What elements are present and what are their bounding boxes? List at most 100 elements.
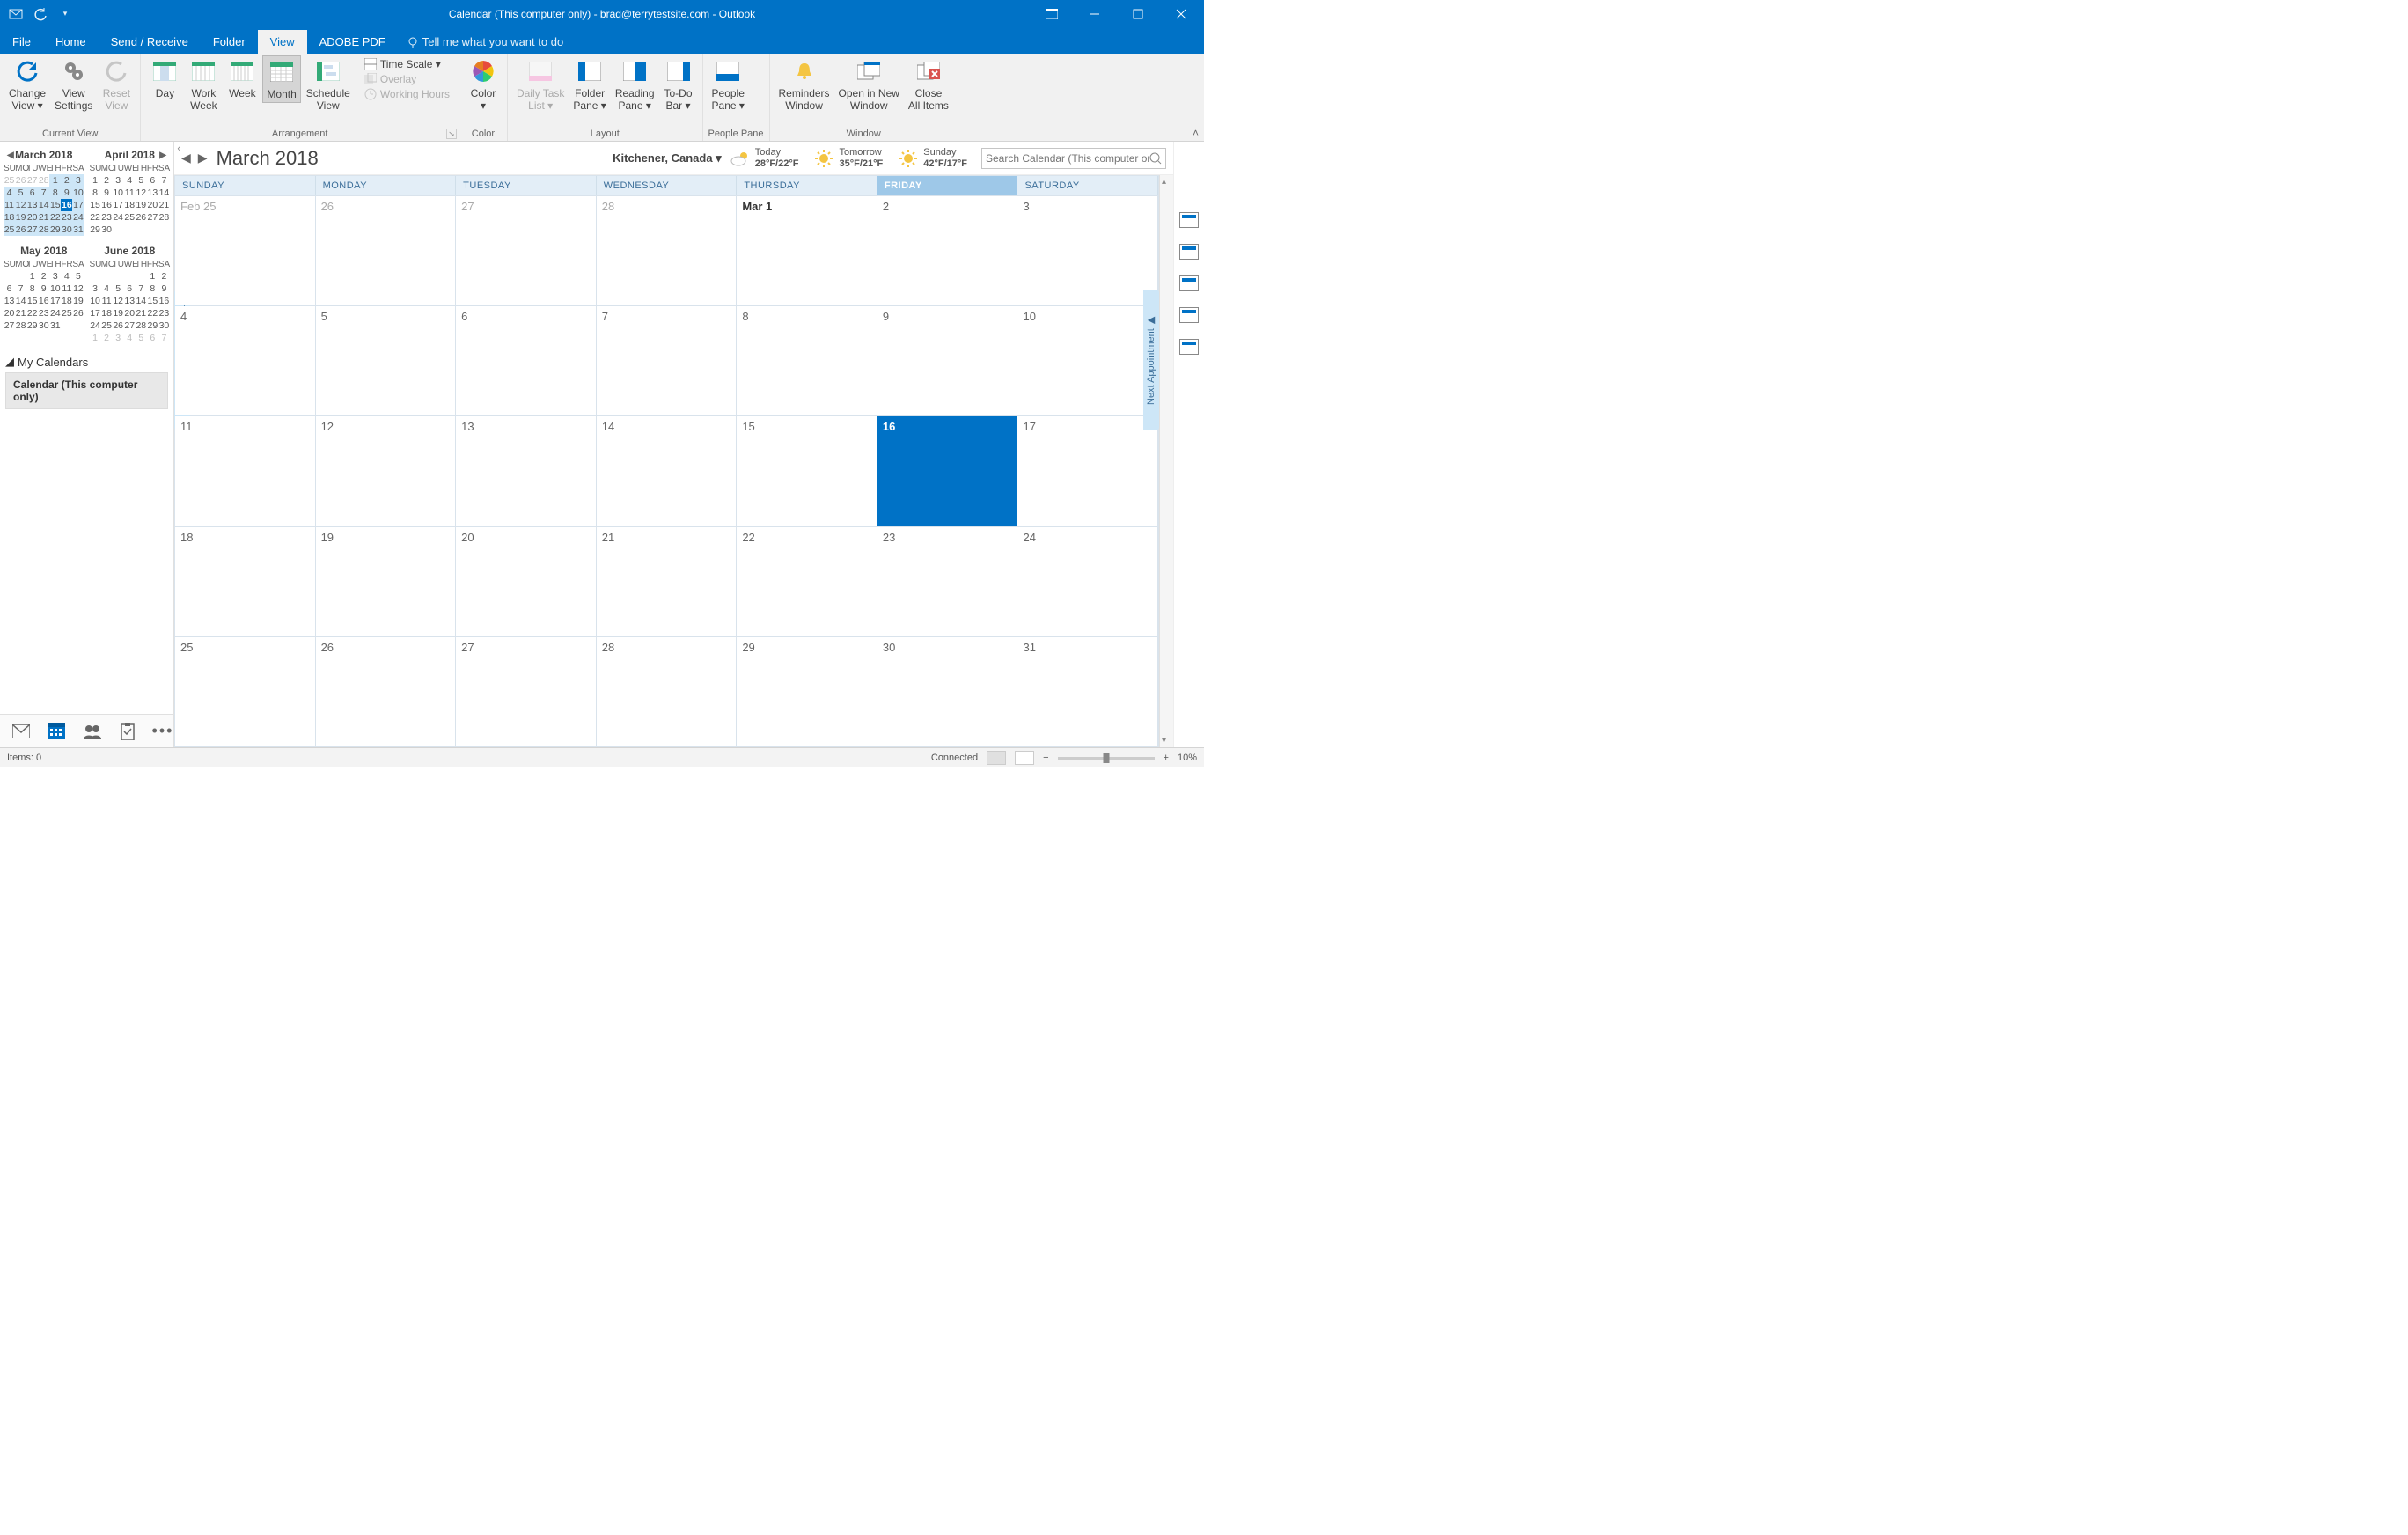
todo-bar-button[interactable]: To-Do Bar ▾ (660, 55, 697, 114)
calendar-day-cell[interactable]: 17 (1017, 416, 1158, 525)
mini-cal-day[interactable]: 4 (61, 270, 72, 283)
color-button[interactable]: Color ▾ (465, 55, 502, 114)
close-all-items-button[interactable]: Close All Items (905, 55, 952, 114)
mini-cal-day[interactable]: 2 (101, 174, 113, 187)
next-month-mini-button[interactable]: ▶ (158, 151, 168, 160)
mini-cal-day[interactable] (15, 270, 26, 283)
reading-pane-button[interactable]: Reading Pane ▾ (612, 55, 658, 114)
mini-cal-day[interactable]: 13 (26, 199, 38, 211)
mini-cal-day[interactable]: 11 (4, 199, 15, 211)
mini-cal-day[interactable]: 2 (101, 332, 113, 344)
mini-cal-day[interactable]: 9 (158, 283, 170, 295)
mini-cal-day[interactable]: 26 (136, 211, 147, 224)
mini-cal-day[interactable]: 10 (72, 187, 84, 199)
mini-cal-day[interactable]: 19 (72, 295, 84, 307)
peek-icon-3[interactable] (1179, 275, 1199, 291)
reset-view-button[interactable]: Reset View (98, 55, 135, 114)
mini-cal-day[interactable]: 30 (38, 319, 49, 332)
mini-cal-day[interactable] (147, 224, 158, 236)
mini-cal-day[interactable]: 30 (101, 224, 113, 236)
mini-cal-day[interactable]: 14 (38, 199, 49, 211)
mini-cal-day[interactable]: 26 (72, 307, 84, 319)
mini-cal-day[interactable]: 4 (124, 332, 136, 344)
mini-cal-day[interactable]: 5 (113, 283, 124, 295)
arrangement-dialog-launcher[interactable]: ↘ (446, 129, 457, 139)
calendar-day-cell[interactable]: 2 (877, 196, 1018, 305)
peek-icon-1[interactable] (1179, 212, 1199, 228)
mini-cal-day[interactable]: 24 (49, 307, 61, 319)
calendar-day-cell[interactable]: 27 (456, 196, 597, 305)
mini-cal-day[interactable]: 23 (38, 307, 49, 319)
mini-cal-day[interactable]: 27 (26, 224, 38, 236)
mini-calendar[interactable]: ◀March 2018SUMOTUWETHFRSA252627281234567… (4, 147, 84, 236)
tab-view[interactable]: View (258, 30, 307, 54)
calendar-day-cell[interactable]: 28 (597, 637, 738, 746)
mini-cal-day[interactable]: 20 (147, 199, 158, 211)
calendar-day-cell[interactable]: 18 (175, 527, 316, 636)
mini-cal-day[interactable]: 8 (147, 283, 158, 295)
mini-cal-day[interactable]: 11 (61, 283, 72, 295)
weather-location[interactable]: Kitchener, Canada ▾ (613, 151, 722, 165)
mini-cal-day[interactable]: 16 (101, 199, 113, 211)
close-button[interactable] (1161, 0, 1200, 27)
calendar-day-cell[interactable]: 14 (597, 416, 738, 525)
reminders-window-button[interactable]: Reminders Window (775, 55, 833, 114)
calendar-day-cell[interactable]: 19 (316, 527, 457, 636)
calendar-day-cell[interactable]: 6 (456, 306, 597, 415)
mini-cal-day[interactable]: 18 (61, 295, 72, 307)
mini-cal-day[interactable]: 28 (158, 211, 170, 224)
mini-cal-day[interactable] (136, 270, 147, 283)
mini-cal-day[interactable]: 9 (61, 187, 72, 199)
mini-cal-day[interactable]: 26 (15, 174, 26, 187)
mini-cal-day[interactable]: 16 (61, 199, 72, 211)
schedule-view-button[interactable]: Schedule View (303, 55, 354, 114)
mini-cal-day[interactable]: 2 (38, 270, 49, 283)
undo-icon[interactable] (32, 5, 49, 23)
peek-icon-5[interactable] (1179, 339, 1199, 355)
prev-month-button[interactable]: ◀ (181, 151, 191, 165)
mini-cal-day[interactable]: 12 (15, 199, 26, 211)
tasks-nav-icon[interactable] (120, 722, 136, 741)
calendar-day-cell[interactable]: 26 (316, 196, 457, 305)
calendar-scrollbar[interactable]: ▴ ▾ (1159, 175, 1173, 747)
month-view-button[interactable]: Month (262, 55, 300, 103)
calendar-day-cell[interactable]: 30 (877, 637, 1018, 746)
mini-cal-day[interactable]: 8 (90, 187, 101, 199)
calendar-day-cell[interactable]: 11 (175, 416, 316, 525)
mini-cal-day[interactable]: 14 (136, 295, 147, 307)
mini-cal-day[interactable] (136, 224, 147, 236)
mini-cal-day[interactable]: 25 (4, 174, 15, 187)
calendar-day-cell[interactable]: 21 (597, 527, 738, 636)
peek-icon-4[interactable] (1179, 307, 1199, 323)
mini-cal-day[interactable]: 15 (49, 199, 61, 211)
mini-cal-day[interactable]: 28 (38, 174, 49, 187)
calendar-day-cell[interactable]: 28 (597, 196, 738, 305)
mini-cal-day[interactable]: 30 (158, 319, 170, 332)
mini-cal-day[interactable]: 24 (113, 211, 124, 224)
mini-cal-day[interactable] (61, 319, 72, 332)
calendar-day-cell[interactable]: 10 (1017, 306, 1158, 415)
calendar-nav-icon[interactable] (48, 722, 65, 741)
calendar-day-cell[interactable]: 5 (316, 306, 457, 415)
mini-cal-day[interactable]: 30 (61, 224, 72, 236)
mini-cal-day[interactable] (101, 270, 113, 283)
mini-cal-day[interactable]: 1 (49, 174, 61, 187)
calendar-day-cell[interactable]: 12 (316, 416, 457, 525)
view-reading-button[interactable] (1015, 751, 1034, 765)
calendar-day-cell[interactable]: 25 (175, 637, 316, 746)
mini-cal-day[interactable]: 1 (26, 270, 38, 283)
mini-cal-day[interactable]: 28 (136, 319, 147, 332)
mini-cal-day[interactable]: 27 (124, 319, 136, 332)
mini-cal-day[interactable]: 7 (158, 332, 170, 344)
mini-cal-day[interactable]: 22 (90, 211, 101, 224)
mini-cal-day[interactable]: 22 (26, 307, 38, 319)
mini-cal-day[interactable]: 16 (158, 295, 170, 307)
mini-cal-day[interactable]: 21 (15, 307, 26, 319)
mini-cal-day[interactable]: 20 (4, 307, 15, 319)
mini-cal-day[interactable]: 25 (101, 319, 113, 332)
qat-send-receive-icon[interactable] (7, 5, 25, 23)
time-scale-button[interactable]: Time Scale ▾ (361, 57, 453, 71)
mini-cal-day[interactable]: 10 (90, 295, 101, 307)
calendar-day-cell[interactable]: 13 (456, 416, 597, 525)
next-appointment-button[interactable]: Next Appointment ▶ (1143, 290, 1159, 430)
